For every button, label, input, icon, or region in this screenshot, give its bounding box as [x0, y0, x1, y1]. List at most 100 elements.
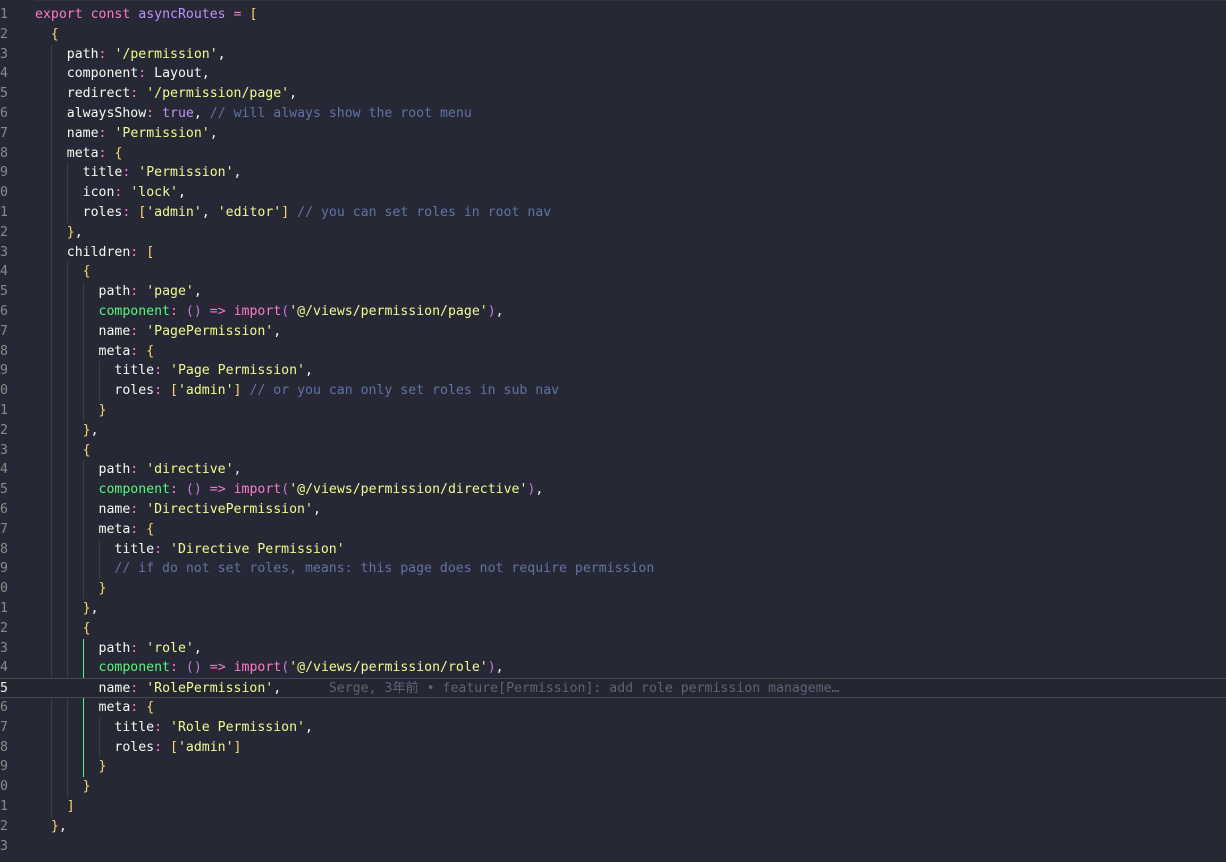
code-text[interactable]: roles: ['admin'] // or you can only set … [35, 381, 559, 401]
code-line[interactable]: 3 path: 'role', [0, 639, 1226, 659]
code-line[interactable]: 2 }, [0, 223, 1226, 243]
code-line[interactable]: 1 }, [0, 599, 1226, 619]
code-line[interactable]: 4 component: Layout, [0, 64, 1226, 84]
code-text[interactable]: roles: ['admin', 'editor'] // you can se… [35, 203, 552, 223]
code-line[interactable]: 1 export const asyncRoutes = [ [0, 5, 1226, 25]
code-text[interactable]: path: '/permission', [35, 45, 226, 65]
code-line[interactable]: 7 name: 'Permission', [0, 124, 1226, 144]
code-editor[interactable]: 1 export const asyncRoutes = [2 {3 path: … [0, 0, 1226, 862]
code-line[interactable]: 1 roles: ['admin', 'editor'] // you can … [0, 203, 1226, 223]
code-text[interactable]: path: 'page', [35, 282, 202, 302]
line-number: 1 [0, 205, 8, 220]
code-text[interactable]: name: 'Permission', [35, 124, 218, 144]
code-line[interactable]: 5 component: () => import('@/views/permi… [0, 480, 1226, 500]
code-line[interactable]: 4 component: () => import('@/views/permi… [0, 658, 1226, 678]
code-text[interactable]: path: 'directive', [35, 460, 242, 480]
code-text[interactable]: } [35, 579, 107, 599]
code-text[interactable]: icon: 'lock', [35, 183, 186, 203]
code-text[interactable]: name: 'PagePermission', [35, 322, 282, 342]
code-text[interactable]: meta: { [35, 342, 155, 362]
code-line[interactable]: 2 { [0, 25, 1226, 45]
code-line[interactable]: 4 path: 'directive', [0, 460, 1226, 480]
line-number: 3 [0, 838, 8, 854]
code-line[interactable]: 7 title: 'Role Permission', [0, 718, 1226, 738]
code-line[interactable]: 0 roles: ['admin'] // or you can only se… [0, 381, 1226, 401]
code-text[interactable]: component: () => import('@/views/permiss… [35, 658, 504, 678]
line-number: 4 [0, 462, 8, 478]
line-number: 2 [0, 224, 8, 240]
line-number: 3 [0, 244, 8, 260]
code-line[interactable]: 8 meta: { [0, 342, 1226, 362]
code-line[interactable]: 2 }, [0, 421, 1226, 441]
code-line[interactable]: 7 name: 'PagePermission', [0, 322, 1226, 342]
line-number: 1 [0, 799, 8, 814]
code-text[interactable]: title: 'Role Permission', [35, 718, 313, 738]
code-line[interactable]: 2 { [0, 619, 1226, 639]
code-line[interactable]: 5 path: 'page', [0, 282, 1226, 302]
code-line[interactable]: 6 meta: { [0, 698, 1226, 718]
code-text[interactable]: meta: { [35, 698, 155, 718]
code-text[interactable]: path: 'role', [35, 639, 202, 659]
line-number: 2 [0, 422, 8, 438]
code-text[interactable]: export const asyncRoutes = [ [35, 5, 257, 25]
code-text[interactable]: roles: ['admin'] [35, 738, 241, 758]
code-line[interactable]: 3 { [0, 441, 1226, 461]
line-number: 2 [0, 620, 8, 636]
line-number: 8 [0, 145, 8, 161]
code-text[interactable]: }, [35, 599, 99, 619]
code-text[interactable]: } [35, 777, 91, 797]
code-line[interactable]: 3 path: '/permission', [0, 45, 1226, 65]
line-number: 1 [0, 7, 8, 22]
code-text[interactable]: redirect: '/permission/page', [35, 84, 297, 104]
code-line[interactable]: 8 meta: { [0, 144, 1226, 164]
code-line[interactable]: 9 } [0, 757, 1226, 777]
code-text[interactable]: ] [35, 797, 75, 817]
code-text[interactable]: alwaysShow: true, // will always show th… [35, 104, 472, 124]
code-text[interactable]: { [35, 441, 91, 461]
code-line[interactable]: 5 name: 'RolePermission', Serge, 3年前 • f… [0, 678, 1226, 698]
code-line[interactable]: 6 name: 'DirectivePermission', [0, 500, 1226, 520]
code-text[interactable]: component: Layout, [35, 64, 210, 84]
code-text[interactable]: } [35, 401, 107, 421]
line-number: 9 [0, 165, 8, 181]
code-text[interactable]: component: () => import('@/views/permiss… [35, 480, 544, 500]
code-text[interactable]: { [35, 262, 91, 282]
code-line[interactable]: 2 }, [0, 817, 1226, 837]
code-line[interactable]: 1 } [0, 401, 1226, 421]
code-line[interactable]: 6 alwaysShow: true, // will always show … [0, 104, 1226, 124]
code-text[interactable]: title: 'Page Permission', [35, 361, 313, 381]
code-line[interactable]: 1 ] [0, 797, 1226, 817]
code-text[interactable]: { [35, 619, 91, 639]
code-text[interactable]: // if do not set roles, means: this page… [35, 559, 654, 579]
code-line[interactable]: 9 title: 'Page Permission', [0, 361, 1226, 381]
line-number: 0 [0, 185, 8, 201]
code-text[interactable]: title: 'Permission', [35, 163, 242, 183]
code-text[interactable]: }, [35, 817, 67, 837]
code-text[interactable]: meta: { [35, 520, 155, 540]
code-text[interactable]: }, [35, 223, 83, 243]
code-line[interactable]: 4 { [0, 262, 1226, 282]
code-text[interactable]: { [35, 25, 59, 45]
line-number: 1 [0, 403, 8, 418]
code-line[interactable]: 0 } [0, 579, 1226, 599]
code-text[interactable]: } [35, 757, 107, 777]
code-text[interactable]: component: () => import('@/views/permiss… [35, 302, 504, 322]
code-text[interactable]: children: [ [35, 243, 154, 263]
code-line[interactable]: 0 } [0, 777, 1226, 797]
code-line[interactable]: 8 roles: ['admin'] [0, 738, 1226, 758]
git-blame-annotation: Serge, 3年前 • feature[Permission]: add ro… [281, 681, 840, 697]
code-text[interactable]: meta: { [35, 144, 123, 164]
code-line[interactable]: 9 // if do not set roles, means: this pa… [0, 559, 1226, 579]
code-text[interactable]: name: 'RolePermission', Serge, 3年前 • fea… [35, 679, 840, 699]
code-line[interactable]: 3 children: [ [0, 243, 1226, 263]
code-line[interactable]: 3 [0, 837, 1226, 857]
code-text[interactable]: name: 'DirectivePermission', [35, 500, 321, 520]
code-line[interactable]: 9 title: 'Permission', [0, 163, 1226, 183]
code-line[interactable]: 6 component: () => import('@/views/permi… [0, 302, 1226, 322]
code-line[interactable]: 8 title: 'Directive Permission' [0, 540, 1226, 560]
code-text[interactable]: title: 'Directive Permission' [35, 540, 344, 560]
code-line[interactable]: 7 meta: { [0, 520, 1226, 540]
code-line[interactable]: 5 redirect: '/permission/page', [0, 84, 1226, 104]
code-text[interactable]: }, [35, 421, 99, 441]
code-line[interactable]: 0 icon: 'lock', [0, 183, 1226, 203]
